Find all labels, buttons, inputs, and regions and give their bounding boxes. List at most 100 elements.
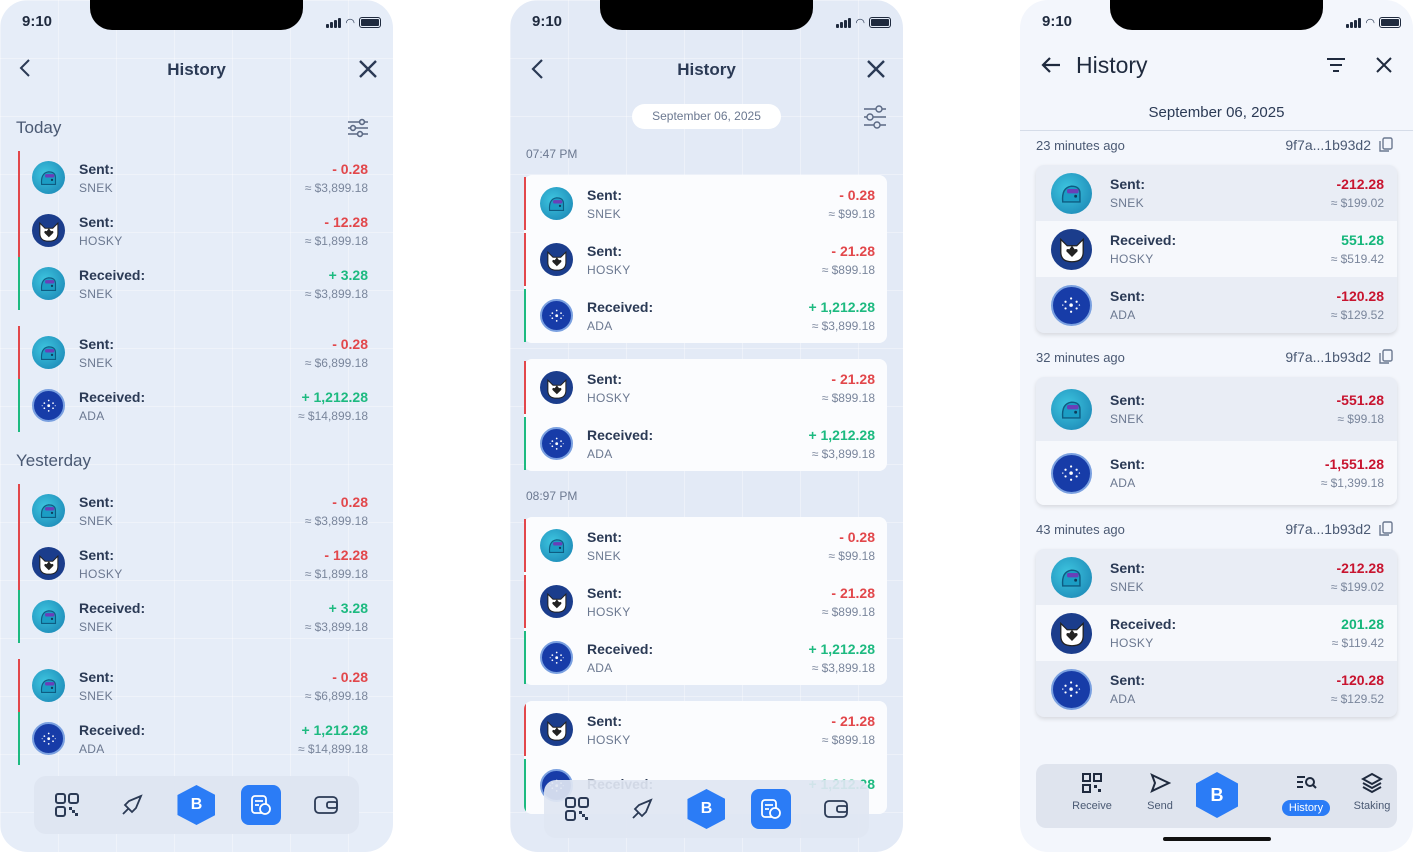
transaction-row[interactable]: Sent: SNEK -212.28 ≈ $199.02: [1036, 165, 1397, 221]
transaction-row[interactable]: Received: ADA + 1,212.28 ≈ $14,899.18: [18, 379, 368, 432]
transaction-card[interactable]: Sent: SNEK -551.28 ≈ $99.18 Sent: ADA -1…: [1036, 377, 1397, 505]
brand-logo-icon[interactable]: B: [177, 785, 216, 825]
close-icon[interactable]: [357, 58, 379, 85]
tx-hash[interactable]: 9f7a...1b93d2: [1285, 349, 1393, 365]
transaction-row[interactable]: Sent: SNEK - 0.28 ≈ $6,899.18: [18, 326, 368, 379]
copy-icon[interactable]: [1379, 349, 1393, 365]
time-ago-label: 23 minutes ago: [1036, 138, 1125, 153]
transaction-row[interactable]: Received: HOSKY 201.28 ≈ $119.42: [1036, 605, 1397, 661]
tx-token: ADA: [587, 660, 613, 675]
nav-send[interactable]: Send: [1130, 772, 1190, 812]
snek-token-icon: [32, 669, 65, 702]
send-rocket-icon[interactable]: [622, 789, 662, 829]
wallet-icon[interactable]: [816, 789, 856, 829]
transaction-row[interactable]: Sent: SNEK - 0.28 ≈ $99.18: [524, 177, 875, 230]
filter-sliders-icon[interactable]: [346, 118, 370, 143]
transaction-row[interactable]: Received: SNEK + 3.28 ≈ $3,899.18: [18, 590, 368, 643]
transaction-row[interactable]: Sent: SNEK -212.28 ≈ $199.02: [1036, 549, 1397, 605]
tx-token: HOSKY: [79, 233, 123, 248]
back-arrow-icon[interactable]: [1040, 55, 1062, 80]
tx-fiat: ≈ $1,899.18: [304, 233, 368, 248]
transaction-row[interactable]: Sent: ADA -1,551.28 ≈ $1,399.18: [1036, 441, 1397, 505]
wallet-icon[interactable]: [306, 785, 346, 825]
filter-sliders-icon[interactable]: [862, 104, 888, 135]
transaction-row[interactable]: Received: ADA + 1,212.28 ≈ $14,899.18: [18, 712, 368, 765]
transaction-row[interactable]: Sent: ADA -120.28 ≈ $129.52: [1036, 277, 1397, 333]
tx-label: Sent:: [1110, 560, 1145, 576]
transaction-row[interactable]: Sent: SNEK - 0.28 ≈ $3,899.18: [18, 151, 368, 204]
tx-hash[interactable]: 9f7a...1b93d2: [1285, 137, 1393, 153]
ada-token-icon: [1051, 284, 1092, 326]
qr-icon[interactable]: [47, 785, 87, 825]
snek-token-icon: [1051, 556, 1092, 598]
transaction-row[interactable]: Sent: SNEK - 0.28 ≈ $99.18: [524, 519, 875, 572]
transaction-row[interactable]: Received: ADA + 1,212.28 ≈ $3,899.18: [524, 289, 875, 342]
close-icon[interactable]: [1375, 56, 1393, 79]
qr-icon: [1082, 773, 1102, 793]
tx-amount: -212.28: [1336, 560, 1384, 576]
section-yesterday: Yesterday: [16, 451, 91, 470]
transaction-row[interactable]: Sent: HOSKY - 21.28 ≈ $899.18: [524, 233, 875, 286]
transaction-card[interactable]: Sent: SNEK - 0.28 ≈ $99.18 Sent: HOSKY -…: [524, 517, 887, 685]
ada-token-icon: [32, 389, 65, 422]
transaction-row[interactable]: Sent: ADA -120.28 ≈ $129.52: [1036, 661, 1397, 717]
transaction-row[interactable]: Sent: HOSKY - 12.28 ≈ $1,899.18: [18, 204, 368, 257]
ada-token-icon: [540, 427, 573, 460]
transaction-row[interactable]: Sent: SNEK - 0.28 ≈ $6,899.18: [18, 659, 368, 712]
tx-hash[interactable]: 9f7a...1b93d2: [1285, 521, 1393, 537]
transaction-card[interactable]: Sent: SNEK -212.28 ≈ $199.02 Received: H…: [1036, 549, 1397, 717]
tx-token: SNEK: [79, 619, 113, 634]
snek-token-icon: [540, 187, 573, 220]
transaction-row[interactable]: Sent: HOSKY - 21.28 ≈ $899.18: [524, 703, 875, 756]
tx-amount: - 0.28: [332, 335, 368, 352]
tx-label: Sent:: [587, 186, 622, 203]
transaction-row[interactable]: Sent: HOSKY - 21.28 ≈ $899.18: [524, 575, 875, 628]
transaction-row[interactable]: Sent: HOSKY - 21.28 ≈ $899.18: [524, 361, 875, 414]
transaction-row[interactable]: Sent: HOSKY - 12.28 ≈ $1,899.18: [18, 537, 368, 590]
filter-icon[interactable]: [1325, 56, 1347, 79]
tx-amount: + 3.28: [328, 599, 368, 616]
send-rocket-icon[interactable]: [112, 785, 152, 825]
battery-icon: [359, 17, 381, 28]
tx-amount: - 21.28: [831, 242, 875, 259]
transaction-row[interactable]: Sent: SNEK - 0.28 ≈ $3,899.18: [18, 484, 368, 537]
transaction-row[interactable]: Received: SNEK + 3.28 ≈ $3,899.18: [18, 257, 368, 310]
snek-token-icon: [540, 529, 573, 562]
status-time: 9:10: [1042, 13, 1073, 30]
tx-fiat: ≈ $3,899.18: [304, 513, 368, 528]
transaction-card[interactable]: Sent: SNEK -212.28 ≈ $199.02 Received: H…: [1036, 165, 1397, 333]
snek-token-icon: [1051, 172, 1092, 214]
snek-token-icon: [32, 161, 65, 194]
nav-staking[interactable]: Staking: [1342, 772, 1402, 812]
close-icon[interactable]: [865, 58, 887, 85]
qr-icon[interactable]: [557, 789, 597, 829]
brand-logo-icon[interactable]: B: [687, 789, 726, 829]
tx-token: SNEK: [1110, 412, 1144, 426]
transaction-row[interactable]: Received: ADA + 1,212.28 ≈ $3,899.18: [524, 631, 875, 684]
transaction-row[interactable]: Received: ADA + 1,212.28 ≈ $3,899.18: [524, 417, 875, 470]
brand-logo-icon[interactable]: B: [1196, 772, 1238, 818]
status-bar: 9:10 ◠: [510, 0, 903, 44]
phone-1-history: 9:10 ◠ History Today Sent: SNEK - 0.28 ≈…: [0, 0, 393, 852]
hosky-token-icon: [540, 243, 573, 276]
nav-history[interactable]: History: [1276, 772, 1336, 816]
tx-hash-text: 9f7a...1b93d2: [1285, 521, 1371, 537]
history-icon[interactable]: [240, 785, 281, 825]
transaction-row[interactable]: Sent: SNEK -551.28 ≈ $99.18: [1036, 377, 1397, 441]
tx-label: Sent:: [587, 370, 622, 387]
tx-label: Received:: [79, 599, 146, 616]
history-icon[interactable]: [750, 789, 791, 829]
copy-icon[interactable]: [1379, 521, 1393, 537]
transaction-card[interactable]: Sent: SNEK - 0.28 ≈ $99.18 Sent: HOSKY -…: [524, 175, 887, 343]
transaction-card[interactable]: Sent: HOSKY - 21.28 ≈ $899.18 Received: …: [524, 359, 887, 471]
tx-token: SNEK: [79, 286, 113, 301]
tx-label: Sent:: [1110, 672, 1145, 688]
tx-fiat: ≈ $3,899.18: [811, 446, 875, 461]
tx-token: SNEK: [587, 206, 621, 221]
tx-token: HOSKY: [587, 604, 631, 619]
tx-amount: + 1,212.28: [808, 298, 875, 315]
transaction-row[interactable]: Received: HOSKY 551.28 ≈ $519.42: [1036, 221, 1397, 277]
copy-icon[interactable]: [1379, 137, 1393, 153]
wifi-icon: ◠: [345, 17, 355, 29]
nav-receive[interactable]: Receive: [1062, 772, 1122, 812]
